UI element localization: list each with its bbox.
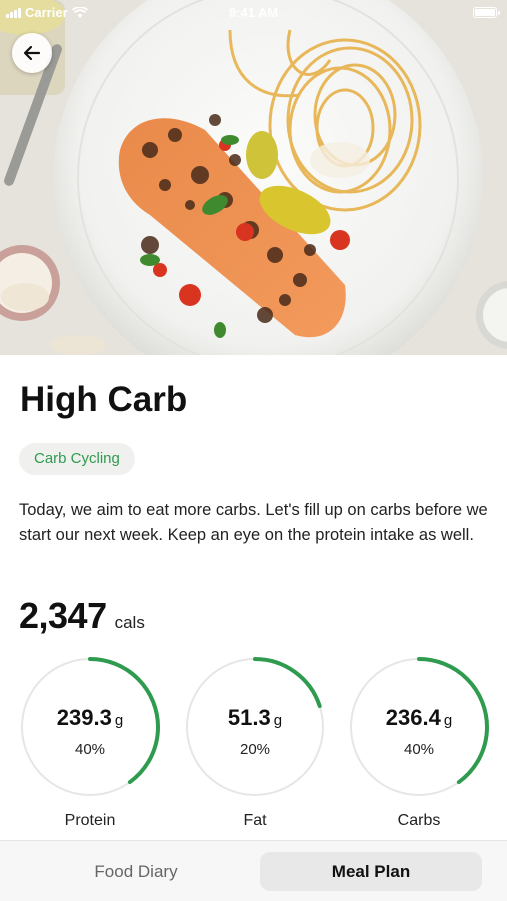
macro-ring-fat: 51.3 g 20% bbox=[185, 657, 325, 797]
macro-amount: 236.4 bbox=[385, 705, 441, 730]
status-time: 9:41 AM bbox=[228, 5, 279, 20]
macro-percent: 40% bbox=[403, 741, 435, 758]
tab-food-diary[interactable]: Food Diary bbox=[26, 852, 246, 891]
macro-ring-protein: 239.3 g 40% bbox=[20, 657, 160, 797]
macro-amount: 239.3 bbox=[56, 705, 112, 730]
tab-meal-plan[interactable]: Meal Plan bbox=[260, 852, 482, 891]
arrow-left-icon bbox=[23, 45, 41, 61]
description-text: Today, we aim to eat more carbs. Let's f… bbox=[19, 501, 488, 544]
page-title: High Carb bbox=[20, 380, 188, 419]
calories-value: 2,347 bbox=[19, 595, 107, 636]
macro-label-protein: Protein bbox=[64, 812, 116, 829]
macro-ring-carbs: 236.4 g 40% bbox=[349, 657, 489, 797]
bottom-tab-bar: Food Diary Meal Plan bbox=[0, 840, 507, 901]
back-button[interactable] bbox=[12, 33, 52, 73]
macro-percent: 20% bbox=[239, 741, 271, 758]
food-photo bbox=[0, 0, 507, 355]
macro-percent: 40% bbox=[74, 741, 106, 758]
macro-label-carbs: Carbs bbox=[397, 812, 441, 829]
battery-icon bbox=[473, 7, 500, 18]
macro-label-fat: Fat bbox=[243, 812, 267, 829]
macro-unit: g bbox=[443, 712, 453, 729]
macro-unit: g bbox=[273, 712, 283, 729]
macro-unit: g bbox=[114, 712, 124, 729]
calories-unit: cals bbox=[114, 613, 145, 632]
status-bar: Carrier 9:41 AM bbox=[0, 0, 507, 26]
category-tag[interactable]: Carb Cycling bbox=[19, 443, 135, 475]
calories-summary: 2,347 cals bbox=[19, 595, 145, 637]
macro-amount: 51.3 bbox=[227, 705, 271, 730]
hero-image bbox=[0, 0, 507, 355]
